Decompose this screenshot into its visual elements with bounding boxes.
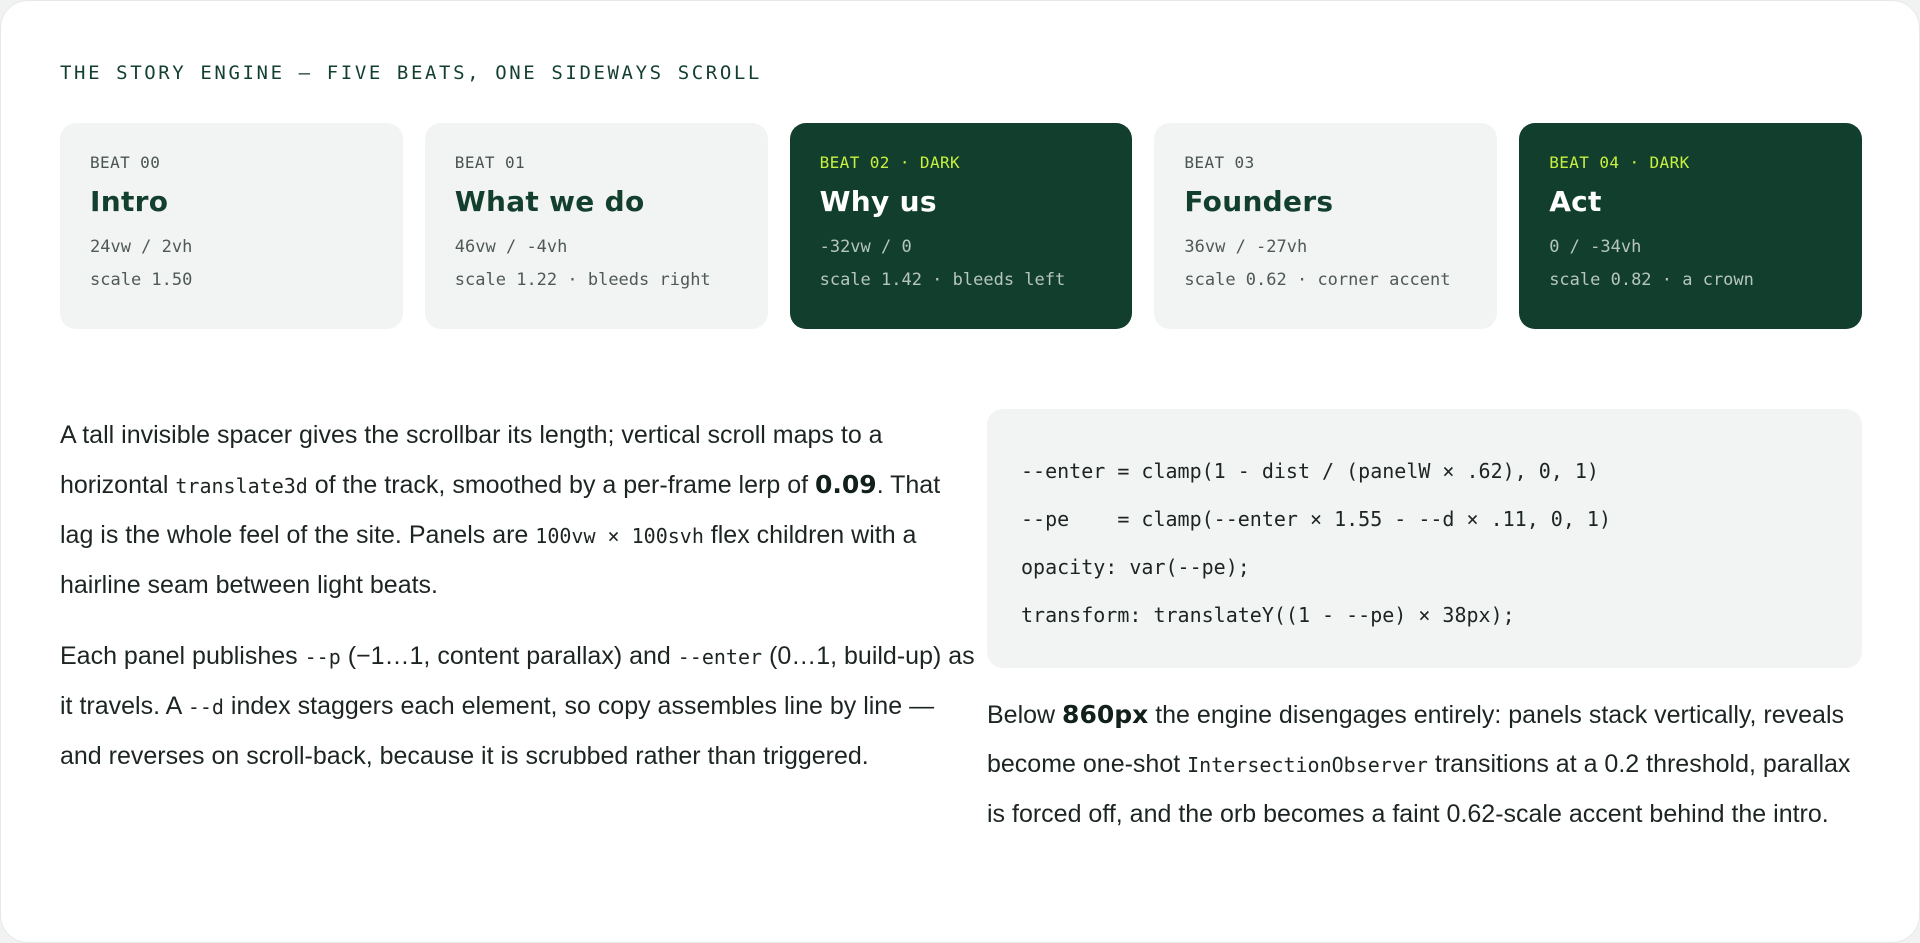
beat-title: Founders	[1184, 185, 1334, 218]
beat-label: BEAT 02 · DARK	[819, 153, 961, 172]
beat-card-act: BEAT 04 · DARK Act 0 / -34vh scale 0.82 …	[1519, 123, 1862, 329]
text-run: (−1…1, content parallax) and	[340, 642, 678, 670]
beat-offset: 0 / -34vh	[1549, 236, 1642, 257]
code-line: transform: translateY((1 - --pe) × 38px)…	[1021, 603, 1515, 627]
left-column-text: A tall invisible spacer gives the scroll…	[60, 411, 980, 803]
right-column-text: Below 860px the engine disengages entire…	[987, 690, 1867, 839]
beat-offset: 24vw / 2vh	[90, 236, 193, 257]
inline-code: IntersectionObserver	[1187, 753, 1428, 777]
beat-label: BEAT 00	[90, 153, 161, 172]
text-run: of the track, smoothed by a per-frame le…	[307, 471, 815, 499]
beat-scale: scale 0.62 · corner accent	[1184, 269, 1451, 290]
inline-code: --p	[304, 645, 341, 669]
beat-cards: BEAT 00 Intro 24vw / 2vh scale 1.50 BEAT…	[60, 123, 1862, 329]
beat-offset: 46vw / -4vh	[454, 236, 568, 257]
code-line: --enter = clamp(1 - dist / (panelW × .62…	[1021, 459, 1599, 483]
beat-card-intro: BEAT 00 Intro 24vw / 2vh scale 1.50	[60, 123, 403, 329]
beat-title: Act	[1549, 185, 1602, 218]
beat-offset: 36vw / -27vh	[1184, 236, 1308, 257]
beat-title: What we do	[454, 185, 645, 218]
inline-code: --d	[187, 695, 224, 719]
beat-scale: scale 1.42 · bleeds left	[819, 269, 1066, 290]
beat-card-founders: BEAT 03 Founders 36vw / -27vh scale 0.62…	[1154, 123, 1498, 329]
beat-scale: scale 1.50	[90, 269, 193, 290]
beat-label: BEAT 04 · DARK	[1549, 153, 1690, 172]
text-run: Each panel publishes	[60, 642, 305, 670]
code-line: --pe = clamp(--enter × 1.55 - --d × .11,…	[1021, 507, 1612, 531]
inline-code: --enter	[677, 645, 763, 669]
text-run: Below	[987, 701, 1063, 729]
beat-card-why-us: BEAT 02 · DARK Why us -32vw / 0 scale 1.…	[789, 123, 1133, 329]
section-kicker: THE STORY ENGINE — FIVE BEATS, ONE SIDEW…	[60, 62, 762, 84]
beat-title: Intro	[90, 185, 169, 218]
scroll-explanation-paragraph: A tall invisible spacer gives the scroll…	[60, 411, 980, 610]
beat-card-what-we-do: BEAT 01 What we do 46vw / -4vh scale 1.2…	[424, 123, 768, 329]
code-line: opacity: var(--pe);	[1021, 555, 1250, 579]
beat-title: Why us	[819, 185, 937, 218]
mobile-fallback-paragraph: Below 860px the engine disengages entire…	[987, 690, 1867, 839]
beat-label: BEAT 01	[454, 153, 526, 172]
beat-label: BEAT 03	[1184, 153, 1255, 172]
panel-variables-paragraph: Each panel publishes --p (−1…1, content …	[60, 632, 980, 781]
page-frame: THE STORY ENGINE — FIVE BEATS, ONE SIDEW…	[0, 0, 1920, 943]
inline-code: 100vw × 100svh	[535, 524, 704, 548]
beat-scale: scale 1.22 · bleeds right	[454, 269, 711, 290]
code-block: --enter = clamp(1 - dist / (panelW × .62…	[987, 409, 1862, 668]
beat-offset: -32vw / 0	[819, 236, 912, 257]
emphasis: 0.09	[815, 470, 877, 499]
beat-scale: scale 0.82 · a crown	[1549, 269, 1754, 290]
emphasis: 860px	[1062, 700, 1149, 729]
inline-code: translate3d	[175, 474, 308, 498]
